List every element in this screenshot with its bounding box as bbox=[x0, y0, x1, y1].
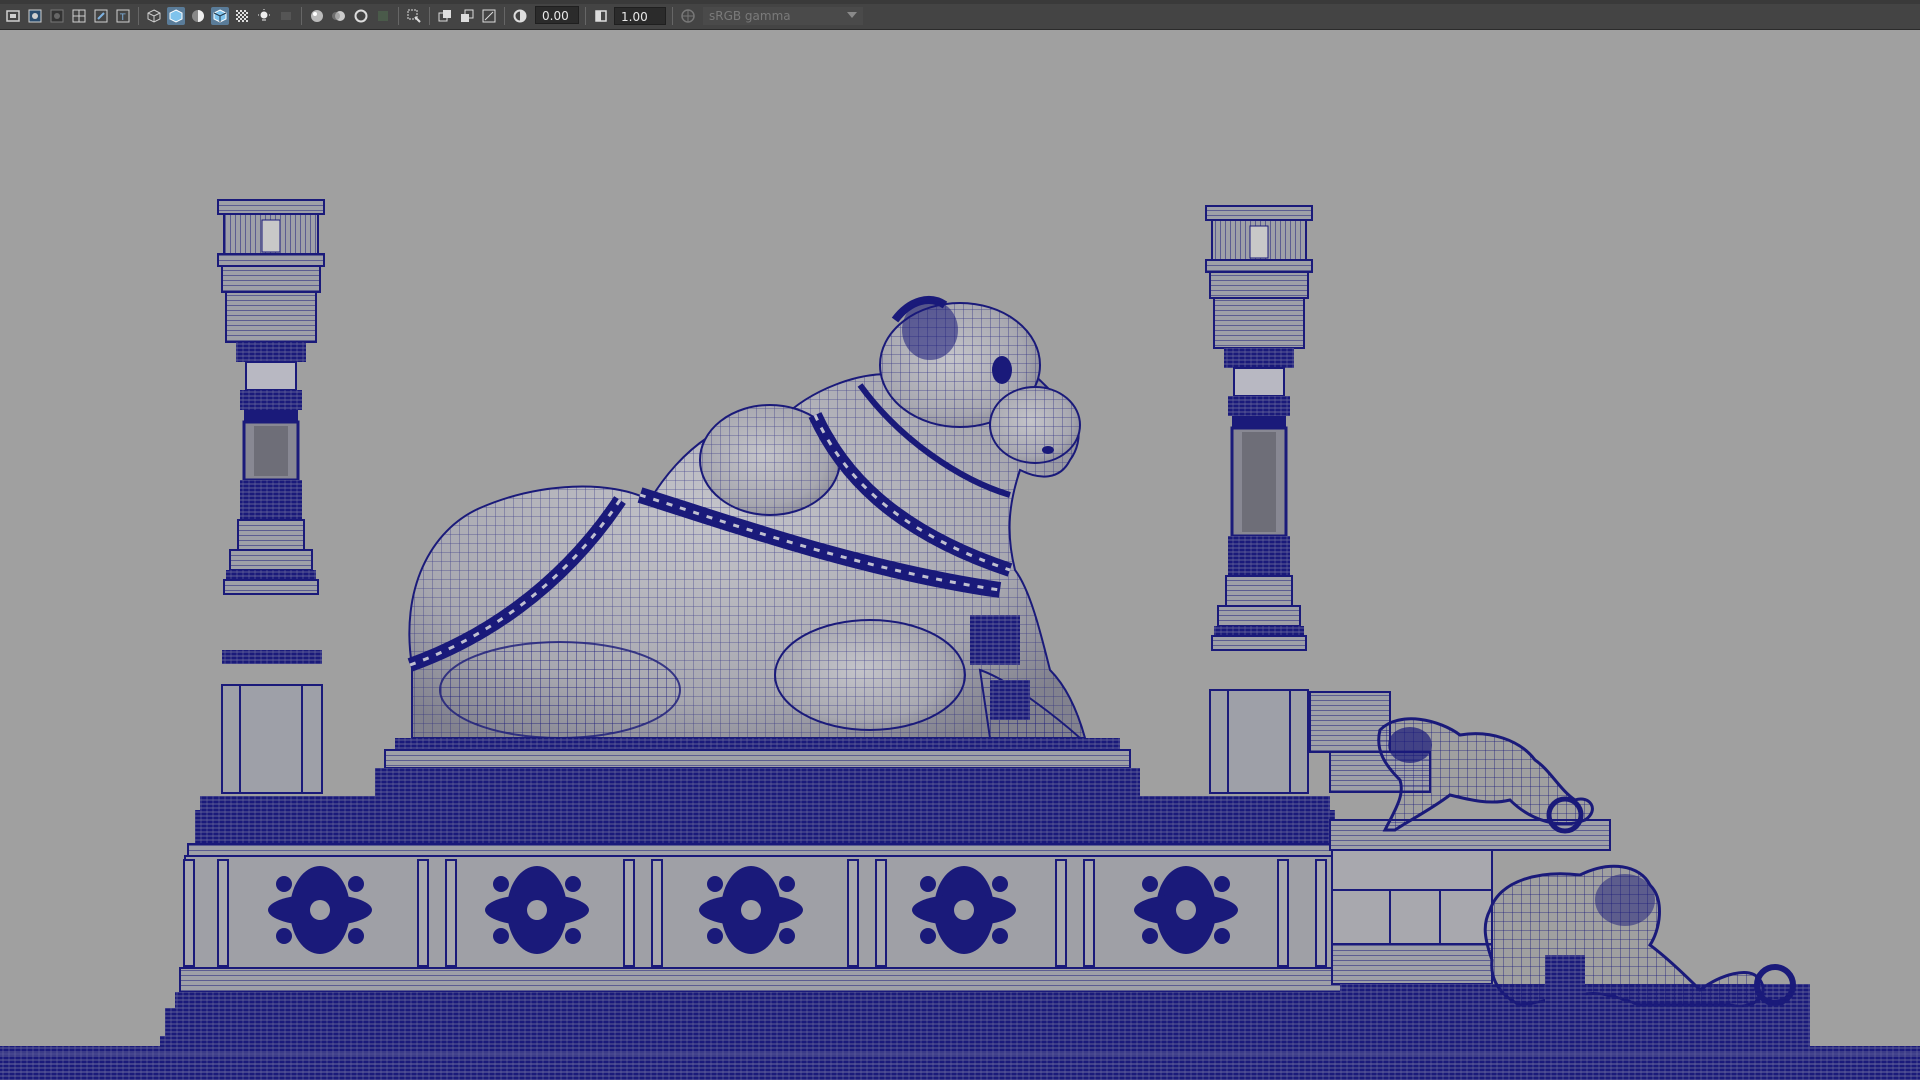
isolate-select-icon[interactable] bbox=[405, 7, 423, 25]
shadows-icon[interactable] bbox=[277, 7, 295, 25]
camera-attributes-icon[interactable] bbox=[4, 7, 22, 25]
bull-pedestal[interactable] bbox=[375, 738, 1140, 796]
ground-base bbox=[0, 1036, 1920, 1080]
3d-viewport[interactable] bbox=[0, 30, 1920, 1080]
use-default-material-icon[interactable] bbox=[189, 7, 207, 25]
bookmark-icon[interactable] bbox=[26, 7, 44, 25]
multisample-aa-icon[interactable] bbox=[352, 7, 370, 25]
right-pillar[interactable] bbox=[1205, 205, 1313, 794]
color-space-label: sRGB gamma bbox=[709, 9, 791, 23]
nandi-bull-mesh[interactable] bbox=[407, 296, 1087, 739]
color-space-dropdown[interactable]: sRGB gamma bbox=[703, 7, 863, 25]
hud-icon[interactable] bbox=[480, 7, 498, 25]
exposure-icon[interactable] bbox=[511, 7, 529, 25]
toolbar-separator bbox=[398, 7, 399, 25]
film-gate-icon[interactable] bbox=[92, 7, 110, 25]
motion-blur-icon[interactable] bbox=[330, 7, 348, 25]
wireframe-icon[interactable] bbox=[145, 7, 163, 25]
panel-menu-strip bbox=[0, 0, 1920, 4]
left-pillar[interactable] bbox=[217, 199, 325, 794]
gamma-field[interactable]: 1.00 bbox=[614, 7, 666, 25]
toolbar-separator bbox=[301, 7, 302, 25]
color-management-icon[interactable] bbox=[679, 7, 697, 25]
xray-icon[interactable] bbox=[233, 7, 251, 25]
viewport-scene bbox=[0, 199, 1920, 1080]
toolbar-separator bbox=[504, 7, 505, 25]
toolbar-separator bbox=[429, 7, 430, 25]
xray-joints-icon[interactable] bbox=[458, 7, 476, 25]
wireframe-on-shaded-icon[interactable] bbox=[211, 7, 229, 25]
yali-sculpture[interactable] bbox=[1377, 717, 1594, 834]
grid-icon[interactable] bbox=[70, 7, 88, 25]
gamma-icon[interactable] bbox=[592, 7, 610, 25]
lights-icon[interactable] bbox=[255, 7, 273, 25]
resolution-gate-icon[interactable]: T bbox=[114, 7, 132, 25]
xray-active-components-icon[interactable] bbox=[436, 7, 454, 25]
smooth-shade-icon[interactable] bbox=[167, 7, 185, 25]
viewport-toolbar: T 0.00 1.00 sRGB gamma bbox=[0, 0, 1920, 30]
screen-space-ao-icon[interactable] bbox=[308, 7, 326, 25]
toolbar-separator bbox=[138, 7, 139, 25]
image-plane-icon[interactable] bbox=[48, 7, 66, 25]
toolbar-separator bbox=[672, 7, 673, 25]
depth-of-field-icon[interactable] bbox=[374, 7, 392, 25]
exposure-field[interactable]: 0.00 bbox=[535, 5, 579, 24]
elephant-sculpture[interactable] bbox=[1483, 864, 1796, 1008]
svg-text:T: T bbox=[119, 13, 126, 23]
chevron-down-icon bbox=[847, 12, 857, 18]
toolbar-separator bbox=[585, 7, 586, 25]
toolbar-icon-group-left: T bbox=[0, 5, 533, 27]
